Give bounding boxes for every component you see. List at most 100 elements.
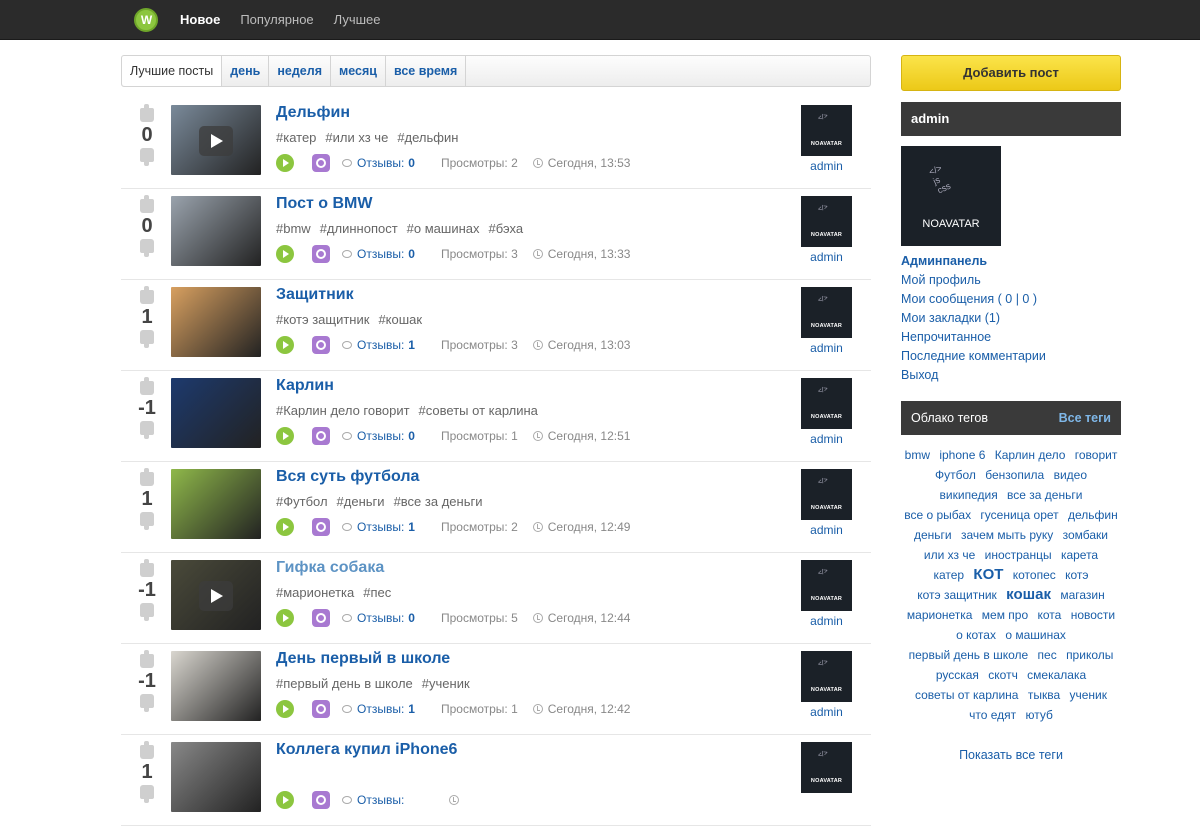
video-play-icon[interactable]: [199, 581, 233, 611]
menu-logout[interactable]: Выход: [901, 366, 1046, 385]
post-tag[interactable]: #или хз че: [325, 130, 388, 145]
cloud-tag[interactable]: деньги: [914, 528, 952, 542]
nav-popular[interactable]: Популярное: [240, 12, 313, 27]
post-tag[interactable]: #советы от карлина: [419, 403, 538, 418]
thumbs-down-icon[interactable]: [140, 421, 154, 439]
menu-my-bookmarks[interactable]: Мои закладки (1): [901, 309, 1046, 328]
cloud-tag[interactable]: Футбол: [935, 468, 976, 482]
post-title[interactable]: Дельфин: [276, 104, 350, 122]
author-avatar[interactable]: </> NOAVATAR: [801, 196, 852, 247]
thumbs-up-icon[interactable]: [140, 104, 154, 122]
post-thumbnail[interactable]: [171, 560, 261, 630]
cloud-tag[interactable]: видео: [1054, 468, 1087, 482]
all-tags-link[interactable]: Все теги: [1059, 401, 1111, 435]
cloud-tag[interactable]: тыква: [1028, 688, 1060, 702]
author-avatar[interactable]: </> NOAVATAR: [801, 469, 852, 520]
cloud-tag[interactable]: смекалака: [1027, 668, 1086, 682]
cloud-tag[interactable]: о котах: [956, 628, 996, 642]
cloud-tag[interactable]: зачем мыть руку: [961, 528, 1053, 542]
post-tag[interactable]: #о машинах: [407, 221, 480, 236]
thumbs-up-icon[interactable]: [140, 468, 154, 486]
author-avatar[interactable]: </> NOAVATAR: [801, 105, 852, 156]
author-avatar[interactable]: </> NOAVATAR: [801, 287, 852, 338]
bookmark-icon[interactable]: [312, 245, 330, 263]
cloud-tag[interactable]: все за деньги: [1007, 488, 1082, 502]
bookmark-icon[interactable]: [312, 791, 330, 809]
post-tag[interactable]: #все за деньги: [394, 494, 483, 509]
post-thumbnail[interactable]: [171, 196, 261, 266]
cloud-tag[interactable]: гусеница орет: [980, 508, 1058, 522]
post-title[interactable]: Вся суть футбола: [276, 468, 419, 486]
post-tag[interactable]: #марионетка: [276, 585, 354, 600]
post-tag[interactable]: #ученик: [422, 676, 470, 691]
post-thumbnail[interactable]: [171, 378, 261, 448]
cloud-tag[interactable]: iphone 6: [939, 448, 985, 462]
cloud-tag[interactable]: bmw: [905, 448, 930, 462]
menu-unread[interactable]: Непрочитанное: [901, 328, 1046, 347]
cloud-tag[interactable]: магазин: [1060, 588, 1104, 602]
cloud-tag[interactable]: все о рыбах: [904, 508, 971, 522]
comments-link[interactable]: Отзывы: 1: [342, 702, 415, 716]
post-tag[interactable]: #катер: [276, 130, 316, 145]
thumbs-down-icon[interactable]: [140, 785, 154, 803]
cloud-tag[interactable]: кошак: [1006, 586, 1051, 603]
comments-link[interactable]: Отзывы:: [342, 793, 408, 807]
post-tag[interactable]: #Карлин дело говорит: [276, 403, 410, 418]
cloud-tag[interactable]: зомбаки: [1063, 528, 1108, 542]
cloud-tag[interactable]: кота: [1038, 608, 1062, 622]
show-all-tags-link[interactable]: Показать все теги: [901, 748, 1121, 762]
thumbs-up-icon[interactable]: [140, 377, 154, 395]
cloud-tag[interactable]: новости: [1071, 608, 1115, 622]
cloud-tag[interactable]: приколы: [1066, 648, 1113, 662]
author-name[interactable]: admin: [801, 250, 852, 264]
author-name[interactable]: admin: [801, 159, 852, 173]
play-icon[interactable]: [276, 154, 294, 172]
cloud-tag[interactable]: бензопила: [985, 468, 1044, 482]
post-tag[interactable]: #дельфин: [397, 130, 458, 145]
thumbs-up-icon[interactable]: [140, 559, 154, 577]
cloud-tag[interactable]: марионетка: [907, 608, 973, 622]
play-icon[interactable]: [276, 336, 294, 354]
author-name[interactable]: admin: [801, 341, 852, 355]
play-icon[interactable]: [276, 245, 294, 263]
post-title[interactable]: День первый в школе: [276, 650, 450, 668]
menu-my-profile[interactable]: Мой профиль: [901, 271, 1046, 290]
thumbs-up-icon[interactable]: [140, 195, 154, 213]
cloud-tag[interactable]: котопес: [1013, 568, 1056, 582]
cloud-tag[interactable]: катер: [933, 568, 964, 582]
bookmark-icon[interactable]: [312, 518, 330, 536]
thumbs-down-icon[interactable]: [140, 512, 154, 530]
cloud-tag[interactable]: ютуб: [1026, 708, 1053, 722]
post-title[interactable]: Гифка собака: [276, 559, 384, 577]
thumbs-down-icon[interactable]: [140, 330, 154, 348]
post-thumbnail[interactable]: [171, 742, 261, 812]
post-tag[interactable]: #деньги: [337, 494, 385, 509]
thumbs-up-icon[interactable]: [140, 286, 154, 304]
filter-month[interactable]: месяц: [331, 56, 386, 86]
filter-day[interactable]: день: [222, 56, 270, 86]
thumbs-down-icon[interactable]: [140, 148, 154, 166]
user-avatar[interactable]: </> js css NOAVATAR: [901, 146, 1001, 246]
cloud-tag[interactable]: первый день в школе: [909, 648, 1029, 662]
play-icon[interactable]: [276, 791, 294, 809]
filter-week[interactable]: неделя: [269, 56, 331, 86]
cloud-tag[interactable]: мем про: [982, 608, 1028, 622]
cloud-tag[interactable]: пес: [1038, 648, 1057, 662]
cloud-tag[interactable]: википедия: [940, 488, 998, 502]
post-title[interactable]: Защитник: [276, 286, 354, 304]
author-name[interactable]: admin: [801, 523, 852, 537]
menu-recent-comments[interactable]: Последние комментарии: [901, 347, 1046, 366]
cloud-tag[interactable]: карета: [1061, 548, 1098, 562]
post-tag[interactable]: #bmw: [276, 221, 311, 236]
cloud-tag[interactable]: русская: [936, 668, 979, 682]
comments-link[interactable]: Отзывы: 0: [342, 429, 415, 443]
bookmark-icon[interactable]: [312, 609, 330, 627]
cloud-tag[interactable]: котэ: [1065, 568, 1088, 582]
comments-link[interactable]: Отзывы: 1: [342, 338, 415, 352]
play-icon[interactable]: [276, 427, 294, 445]
post-title[interactable]: Коллега купил iPhone6: [276, 741, 457, 759]
cloud-tag[interactable]: говорит: [1075, 448, 1118, 462]
add-post-button[interactable]: Добавить пост: [901, 55, 1121, 91]
cloud-tag[interactable]: что едят: [969, 708, 1016, 722]
video-play-icon[interactable]: [199, 126, 233, 156]
